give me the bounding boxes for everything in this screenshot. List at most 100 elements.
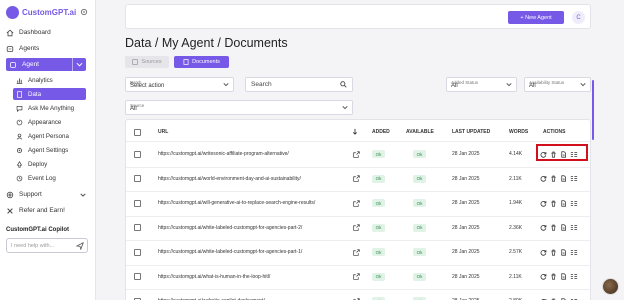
document-url[interactable]: https://customgpt.ai/what-is-human-in-th… [158,274,270,280]
row-checkbox[interactable] [134,248,141,256]
copilot-title: CustomGPT.ai Copilot [6,227,69,233]
sidebar-item-deploy[interactable]: Deploy [13,158,86,170]
scrollbar[interactable] [592,80,594,140]
row-actions [540,175,578,182]
list-icon[interactable] [570,224,578,231]
sidebar-item-label: Analytics [28,76,53,84]
document-url[interactable]: https://customgpt.ai/will-generative-ai-… [158,200,315,206]
trash-icon[interactable] [550,224,557,231]
document-icon[interactable] [560,273,567,280]
search-input[interactable]: Search [245,77,353,92]
sidebar-item-data[interactable]: Data [13,88,86,100]
refresh-icon[interactable] [540,249,547,256]
trash-icon[interactable] [550,200,557,207]
new-agent-button[interactable]: + New Agent [508,11,564,24]
search-placeholder: Search [251,81,272,88]
list-icon[interactable] [570,200,578,207]
sidebar-item-appearance[interactable]: Appearance [13,116,86,128]
sort-arrow-icon[interactable] [352,128,358,135]
word-count: 4.14K [509,151,523,158]
row-actions [540,224,578,231]
chevron-down-icon[interactable] [72,58,86,71]
log-icon [16,175,23,182]
list-icon[interactable] [570,175,578,182]
documents-table: URL ADDED AVAILABLE LAST UPDATED WORDS A… [125,119,591,300]
document-icon[interactable] [560,249,567,256]
word-count: 1.94K [509,200,523,207]
external-link-icon[interactable] [353,200,360,207]
document-url[interactable]: https://customgpt.ai/world-environment-d… [158,176,301,182]
added-status-badge: Ok [372,174,385,183]
chat-bot-avatar[interactable] [602,278,619,295]
document-icon[interactable] [560,224,567,231]
last-updated-date: 28 Jan 2025 [452,175,480,182]
row-divider [126,166,590,168]
send-icon[interactable] [76,242,84,250]
source-select[interactable]: Source All [125,100,353,115]
column-header-added: ADDED [372,129,390,135]
document-icon[interactable] [560,200,567,207]
document-url[interactable]: https://customgpt.ai/writesonic-affiliat… [158,151,289,157]
external-link-icon[interactable] [353,175,360,182]
availability-status-select[interactable]: Availability Status All [524,77,591,92]
tab-sources[interactable]: Sources [125,56,169,68]
copilot-input[interactable]: I need help with... [6,238,88,253]
sidebar-item-agent[interactable]: Agent [6,58,86,71]
row-checkbox[interactable] [134,224,141,232]
gear-icon[interactable] [80,8,88,16]
document-icon[interactable] [560,175,567,182]
settings-icon [16,147,23,154]
search-icon[interactable] [340,81,347,88]
sidebar-item-analytics[interactable]: Analytics [13,74,86,86]
available-status-badge: Ok [413,272,426,281]
trash-icon[interactable] [550,175,557,182]
external-link-icon[interactable] [353,273,360,280]
list-icon[interactable] [570,249,578,256]
refresh-icon[interactable] [540,273,547,280]
avatar[interactable]: C [572,11,585,24]
select-all-checkbox[interactable] [134,129,141,136]
document-url[interactable]: https://customgpt.ai/white-labeled-custo… [158,225,302,231]
persona-icon [16,133,23,140]
sidebar-item-dashboard[interactable]: Dashboard [6,26,88,39]
sidebar-item-agent-settings[interactable]: Agent Settings [13,144,86,156]
row-checkbox[interactable] [134,199,141,207]
document-url[interactable]: https://customgpt.ai/white-labeled-custo… [158,249,302,255]
row-checkbox[interactable] [134,273,141,281]
trash-icon[interactable] [550,273,557,280]
last-updated-date: 28 Jan 2025 [452,249,480,256]
sidebar-item-ask-me-anything[interactable]: Ask Me Anything [13,102,86,114]
refresh-icon[interactable] [540,200,547,207]
chevron-down-icon[interactable] [80,193,86,197]
row-actions [540,249,578,256]
chevron-down-icon [580,82,586,87]
brand-logo[interactable]: CustomGPT.ai [6,6,76,19]
refresh-icon[interactable] [540,175,547,182]
added-status-select[interactable]: Added Status All [446,77,517,92]
sidebar-item-refer[interactable]: Refer and Earn! [6,204,88,217]
tab-documents[interactable]: Documents [174,56,229,68]
logo-icon [6,6,19,19]
sidebar-item-label: Event Log [28,174,56,182]
row-checkbox[interactable] [134,150,141,158]
trash-icon[interactable] [550,249,557,256]
external-link-icon[interactable] [353,151,360,158]
external-link-icon[interactable] [353,249,360,256]
list-icon[interactable] [570,273,578,280]
sidebar-item-event-log[interactable]: Event Log [13,172,86,184]
refer-icon [6,207,14,215]
copilot-placeholder: I need help with... [11,242,55,249]
sidebar-item-agent-persona[interactable]: Agent Persona [13,130,86,142]
tab-label: Documents [192,59,220,65]
external-link-icon[interactable] [353,224,360,231]
last-updated-date: 28 Jan 2025 [452,273,480,280]
refresh-icon[interactable] [540,224,547,231]
sidebar-item-agents[interactable]: Agents [6,42,88,55]
available-status-badge: Ok [413,223,426,232]
added-status-badge: Ok [372,199,385,208]
row-checkbox[interactable] [134,175,141,183]
batch-select[interactable]: Batch Select action [125,77,234,92]
sources-icon [132,59,139,65]
sidebar-item-support[interactable]: Support [6,188,88,201]
chevron-down-icon [223,82,229,87]
